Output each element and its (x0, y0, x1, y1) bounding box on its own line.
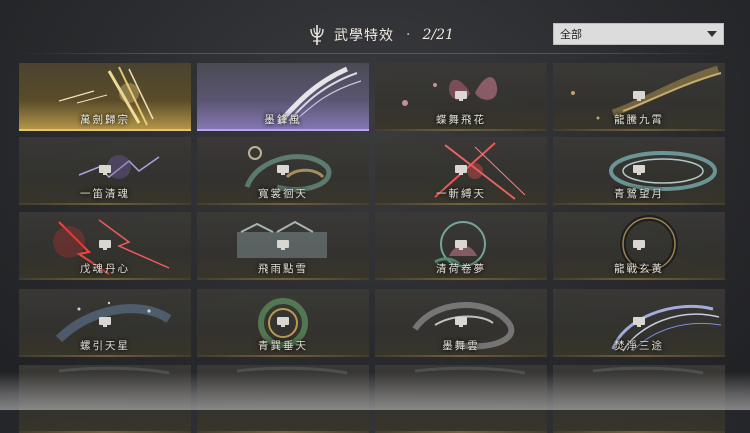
effect-card[interactable] (19, 365, 191, 433)
effect-card[interactable] (375, 365, 547, 433)
effect-name: 萬劍歸宗 (80, 114, 130, 126)
effect-card[interactable] (553, 365, 725, 433)
effect-card[interactable]: 一斬縛天 (375, 137, 547, 205)
effect-name: 寬裳徊天 (258, 188, 308, 200)
card-underline (19, 278, 191, 280)
card-underline (553, 203, 725, 205)
card-underline (197, 203, 369, 205)
lock-icon (277, 165, 289, 175)
effect-name: 焚淨三途 (614, 340, 664, 352)
effect-name: 戊魂丹心 (80, 263, 130, 275)
card-underline (375, 355, 547, 357)
effect-card[interactable]: 墨鋒風 (197, 63, 369, 131)
card-underline (19, 129, 191, 131)
lock-icon (633, 240, 645, 250)
lock-icon (99, 240, 111, 250)
effect-name: 青巽垂天 (258, 340, 308, 352)
effect-card[interactable]: 龍騰九霄 (553, 63, 725, 131)
lock-icon (455, 240, 467, 250)
card-underline (375, 278, 547, 280)
lock-icon (633, 91, 645, 101)
card-underline (197, 355, 369, 357)
card-underline (19, 355, 191, 357)
effect-name: 螺引天星 (80, 340, 130, 352)
lock-icon (633, 165, 645, 175)
card-underline (197, 129, 369, 131)
effect-artwork-partial-row (592, 366, 704, 375)
effect-card[interactable]: 寬裳徊天 (197, 137, 369, 205)
effect-artwork-partial-row (414, 366, 526, 375)
effect-artwork-partial-row (58, 366, 170, 375)
lock-icon (455, 317, 467, 327)
effect-name: 清荷卷夢 (436, 263, 486, 275)
effect-card[interactable]: 墨舞雲 (375, 289, 547, 357)
effect-card[interactable]: 龍戰玄黃 (553, 212, 725, 280)
card-underline (553, 129, 725, 131)
lock-icon (455, 165, 467, 175)
effect-card[interactable]: 飛雨點雪 (197, 212, 369, 280)
card-underline (19, 203, 191, 205)
lock-icon (99, 165, 111, 175)
effect-card[interactable]: 蝶舞飛花 (375, 63, 547, 131)
effect-name: 墨舞雲 (442, 340, 480, 352)
effect-card[interactable]: 青巽垂天 (197, 289, 369, 357)
effects-grid: 萬劍歸宗 墨鋒風 蝶舞飛花 龍騰九霄一笛清魂 寬裳徊天 一斬縛天 青鷺望月戊魂丹心 飛雨點雪 清… (0, 0, 750, 433)
effect-name: 飛雨點雪 (258, 263, 308, 275)
effect-card[interactable]: 萬劍歸宗 (19, 63, 191, 131)
card-underline (553, 355, 725, 357)
effect-name: 一斬縛天 (436, 188, 486, 200)
effect-card[interactable] (197, 365, 369, 433)
lock-icon (277, 317, 289, 327)
lock-icon (633, 317, 645, 327)
effect-card[interactable]: 焚淨三途 (553, 289, 725, 357)
effect-name: 蝶舞飛花 (436, 114, 486, 126)
effect-card[interactable]: 清荷卷夢 (375, 212, 547, 280)
lock-icon (99, 317, 111, 327)
card-underline (375, 203, 547, 205)
effect-artwork-partial-row (236, 366, 348, 375)
lock-icon (455, 91, 467, 101)
effect-name: 龍戰玄黃 (614, 263, 664, 275)
effect-card[interactable]: 一笛清魂 (19, 137, 191, 205)
effect-name: 一笛清魂 (80, 188, 130, 200)
effect-name: 青鷺望月 (614, 188, 664, 200)
card-underline (197, 278, 369, 280)
effect-name: 龍騰九霄 (614, 114, 664, 126)
effect-card[interactable]: 螺引天星 (19, 289, 191, 357)
effect-card[interactable]: 青鷺望月 (553, 137, 725, 205)
effect-name: 墨鋒風 (264, 114, 302, 126)
card-underline (375, 129, 547, 131)
card-underline (553, 278, 725, 280)
effect-card[interactable]: 戊魂丹心 (19, 212, 191, 280)
lock-icon (277, 240, 289, 250)
